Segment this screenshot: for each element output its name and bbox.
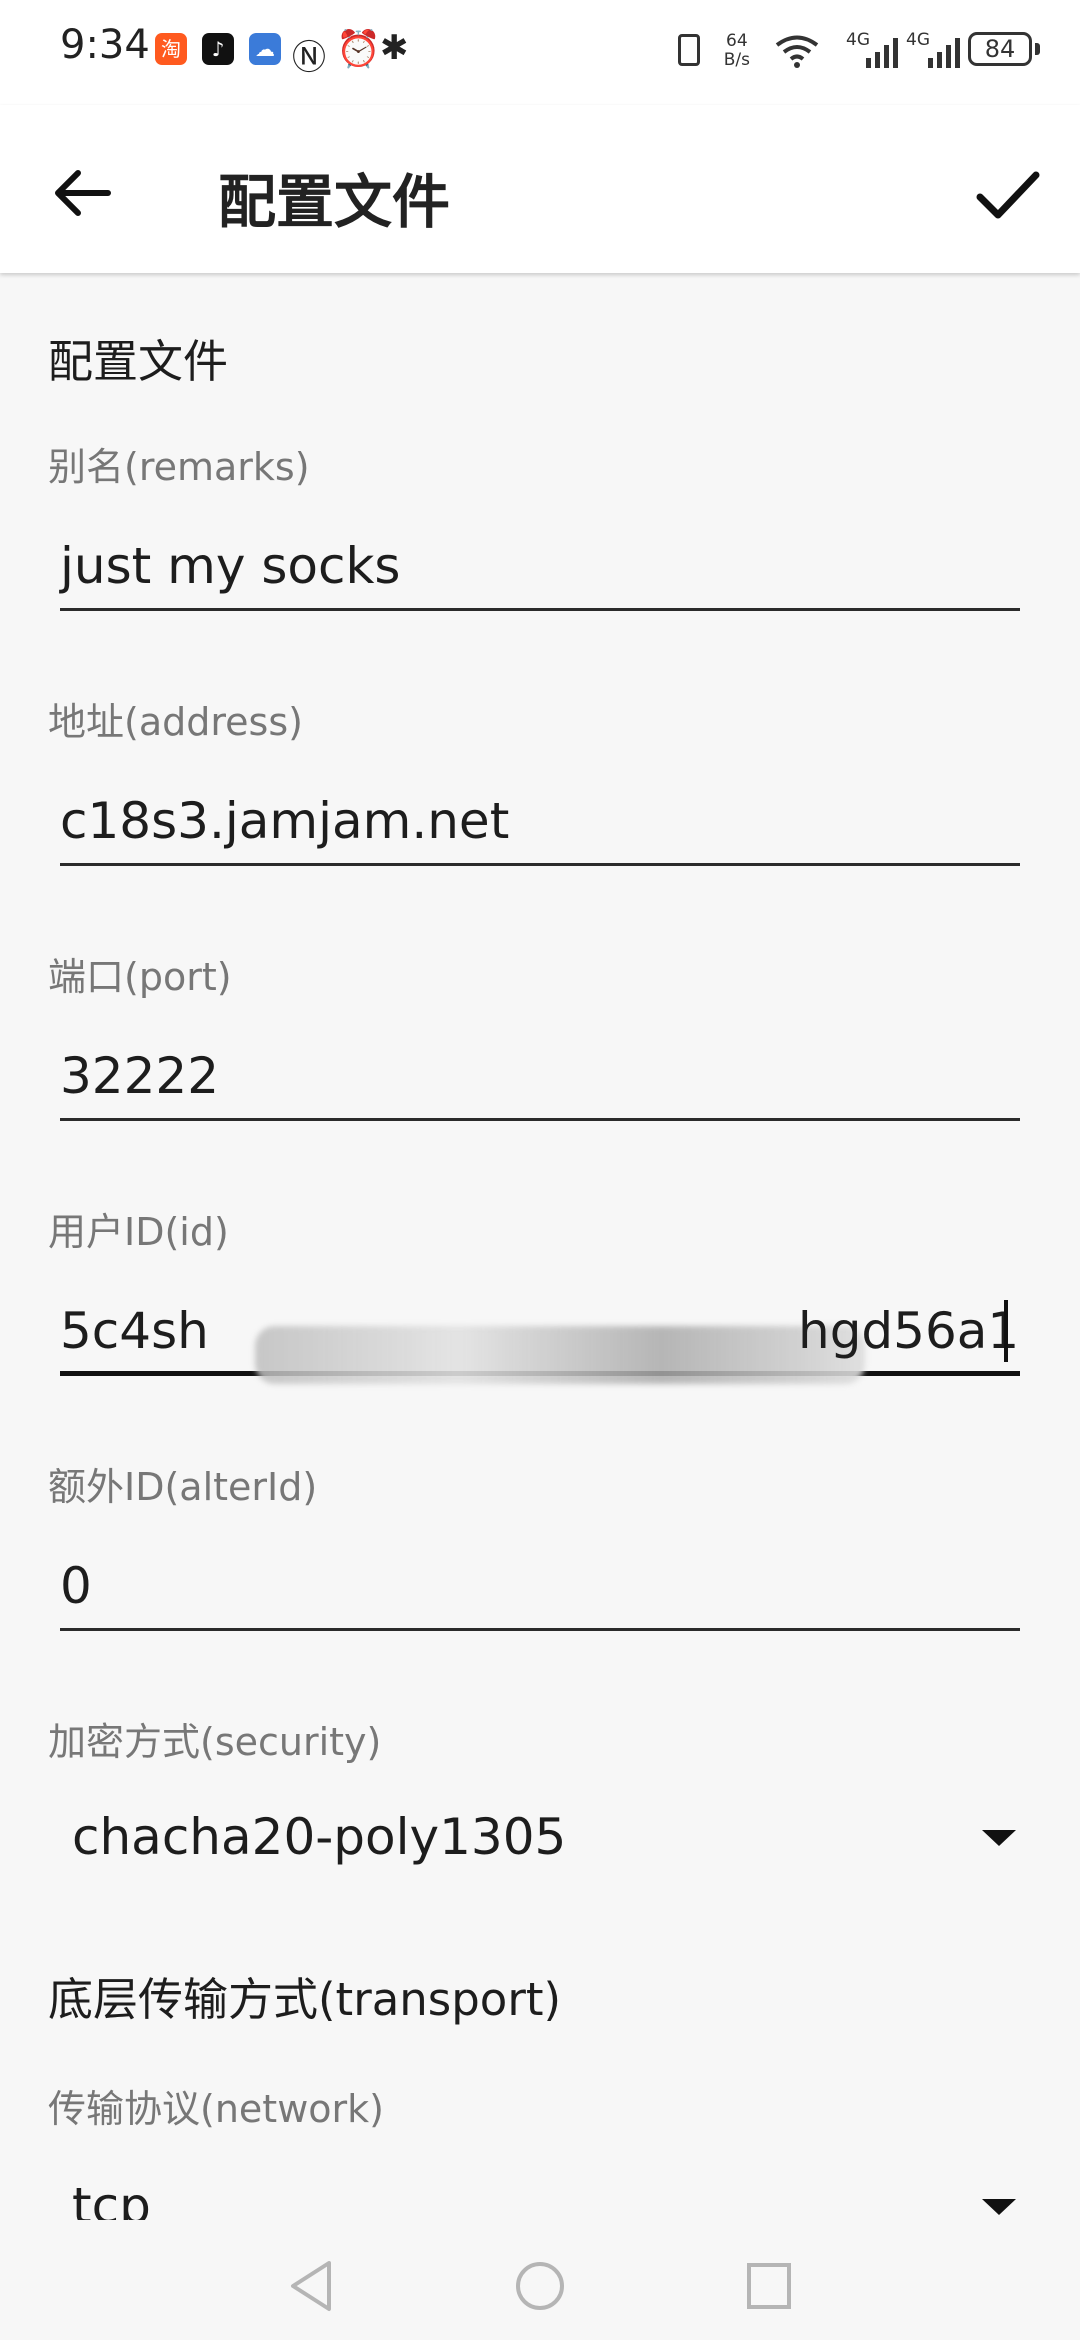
port-input[interactable]: 32222: [60, 1031, 1020, 1121]
app-bar: 配置文件: [0, 105, 1080, 273]
user-id-value-start: 5c4sh: [60, 1302, 209, 1360]
status-time: 9:34: [60, 22, 150, 68]
dropdown-arrow-icon: [982, 2199, 1016, 2215]
page-title: 配置文件: [218, 168, 451, 236]
security-selected-value: chacha20-poly1305: [72, 1808, 567, 1866]
sim1-signal-icon: [866, 38, 898, 68]
text-cursor: [1004, 1300, 1008, 1362]
bluetooth-icon: ✱: [380, 28, 409, 68]
arrow-back-icon[interactable]: [48, 159, 116, 227]
cloud-app-icon: ☁: [249, 33, 281, 65]
user-id-value-end: hgd56a1: [798, 1302, 1020, 1360]
address-label: 地址(address): [48, 700, 303, 744]
alter-id-label: 额外ID(alterId): [48, 1465, 318, 1509]
profile-form: 配置文件 别名(remarks) just my socks 地址(addres…: [0, 273, 1080, 2220]
circle-home-icon[interactable]: [514, 2258, 566, 2314]
status-bar: 9:34 淘 ♪ ☁ Ⓝ ⏰ ✱ 64 B/s 4G 4G 84: [0, 0, 1080, 105]
network-dropdown[interactable]: tcp: [72, 2161, 1022, 2220]
taobao-app-icon: 淘: [155, 33, 187, 65]
sim2-signal-icon: [928, 38, 960, 68]
user-id-label: 用户ID(id): [48, 1210, 229, 1254]
nfc-icon: Ⓝ: [292, 38, 326, 78]
wifi-icon: [775, 35, 819, 68]
battery-indicator: 84: [968, 32, 1032, 66]
network-speed: 64 B/s: [724, 32, 750, 70]
network-label: 传输协议(network): [48, 2087, 384, 2131]
check-icon[interactable]: [972, 159, 1044, 231]
triangle-back-icon[interactable]: [285, 2258, 335, 2314]
speed-value: 64: [726, 31, 748, 51]
security-label: 加密方式(security): [48, 1720, 382, 1764]
section-title-profile: 配置文件: [48, 335, 229, 388]
alarm-icon: ⏰: [336, 29, 381, 70]
tiktok-app-icon: ♪: [202, 33, 234, 65]
remarks-label: 别名(remarks): [48, 445, 310, 489]
remarks-input[interactable]: just my socks: [60, 521, 1020, 611]
alter-id-input[interactable]: 0: [60, 1541, 1020, 1631]
speed-unit: B/s: [723, 50, 750, 70]
network-selected-value: tcp: [72, 2177, 151, 2220]
vibrate-icon: [678, 34, 700, 66]
port-label: 端口(port): [48, 955, 232, 999]
security-dropdown[interactable]: chacha20-poly1305: [72, 1792, 1022, 1882]
section-title-transport: 底层传输方式(transport): [48, 1973, 562, 2026]
address-input[interactable]: c18s3.jamjam.net: [60, 776, 1020, 866]
system-navigation-bar: [0, 2220, 1080, 2340]
dropdown-arrow-icon: [982, 1830, 1016, 1846]
square-recents-icon[interactable]: [744, 2258, 794, 2314]
redacted-blur: [255, 1326, 865, 1384]
battery-tip: [1035, 43, 1040, 55]
sim2-network-type: 4G: [906, 30, 930, 50]
user-id-input[interactable]: 5c4sh hgd56a1: [60, 1286, 1020, 1384]
